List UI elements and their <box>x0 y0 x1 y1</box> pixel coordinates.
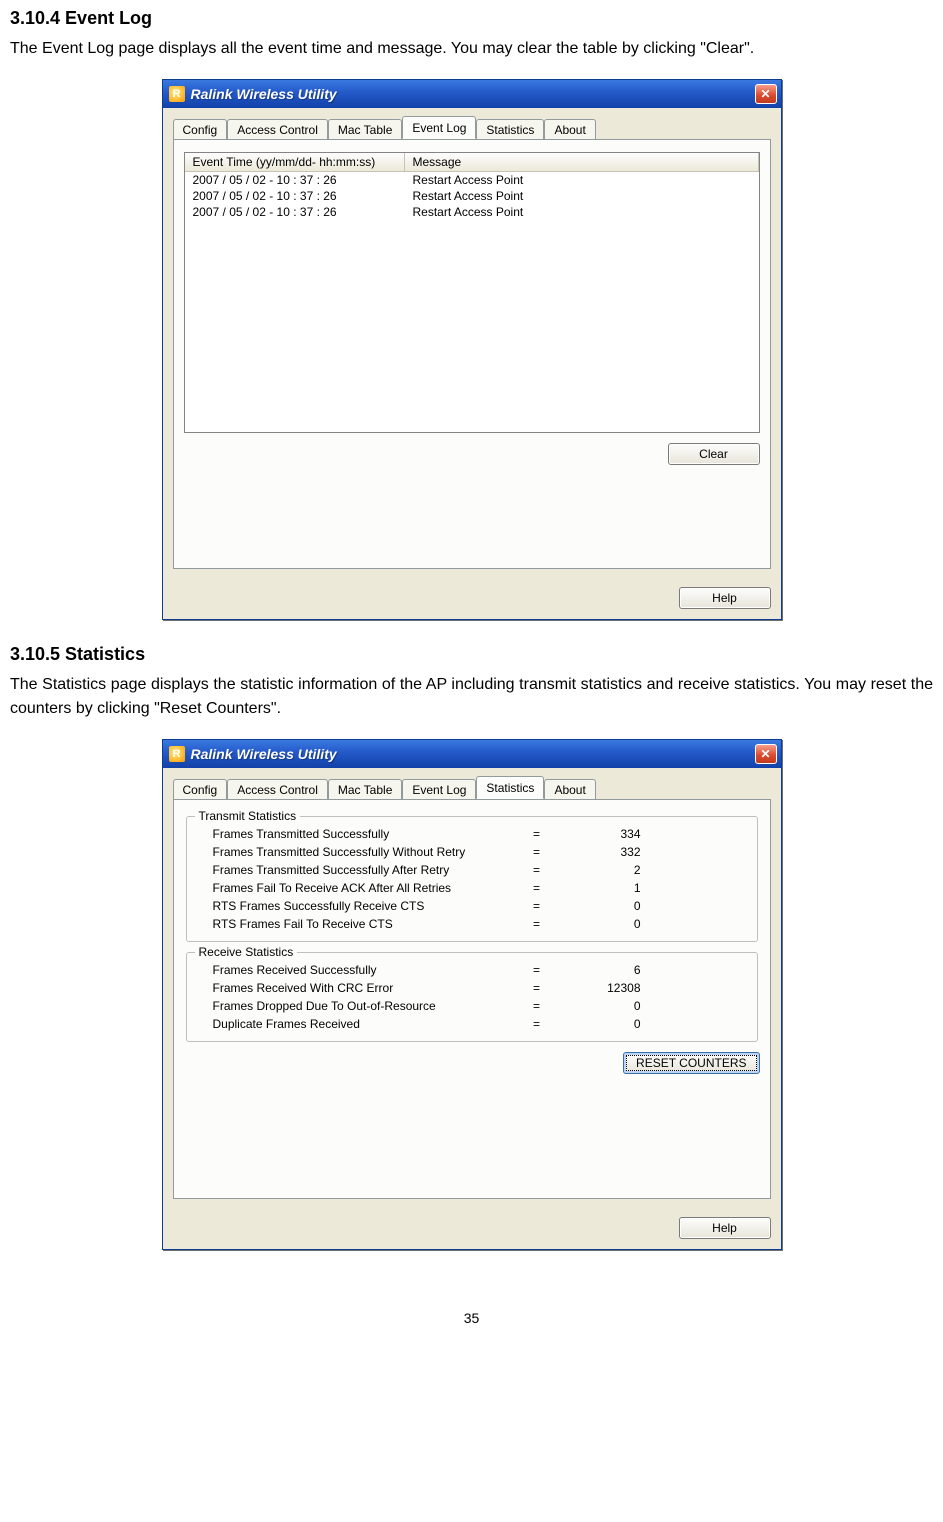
tabstrip-event-log: Config Access Control Mac Table Event Lo… <box>173 116 771 140</box>
stat-row: Frames Received Successfully = 6 <box>197 961 747 979</box>
tabstrip-statistics: Config Access Control Mac Table Event Lo… <box>173 776 771 800</box>
titlebar: R Ralink Wireless Utility ✕ <box>163 740 781 768</box>
table-header: Event Time (yy/mm/dd- hh:mm:ss) Message <box>185 153 759 172</box>
stat-row: Frames Dropped Due To Out-of-Resource = … <box>197 997 747 1015</box>
tabpanel-event-log: Event Time (yy/mm/dd- hh:mm:ss) Message … <box>173 139 771 569</box>
stat-label: Frames Received With CRC Error <box>197 981 517 995</box>
stat-value: 6 <box>557 963 657 977</box>
titlebar: R Ralink Wireless Utility ✕ <box>163 80 781 108</box>
tab-access-control[interactable]: Access Control <box>227 779 328 800</box>
cell-event-time: 2007 / 05 / 02 - 10 : 37 : 26 <box>185 188 405 204</box>
stat-value: 0 <box>557 899 657 913</box>
tab-mac-table[interactable]: Mac Table <box>328 779 402 800</box>
stat-row: Frames Transmitted Successfully = 334 <box>197 825 747 843</box>
tab-config[interactable]: Config <box>173 779 228 800</box>
window-statistics: R Ralink Wireless Utility ✕ Config Acces… <box>162 739 782 1250</box>
equals-sign: = <box>517 881 557 895</box>
close-icon[interactable]: ✕ <box>755 84 777 104</box>
table-row[interactable]: 2007 / 05 / 02 - 10 : 37 : 26 Restart Ac… <box>185 204 759 220</box>
window-title: Ralink Wireless Utility <box>191 86 755 102</box>
tab-about[interactable]: About <box>544 779 595 800</box>
stat-label: Frames Transmitted Successfully Without … <box>197 845 517 859</box>
legend-transmit: Transmit Statistics <box>195 809 301 823</box>
tab-config[interactable]: Config <box>173 119 228 140</box>
tab-mac-table[interactable]: Mac Table <box>328 119 402 140</box>
group-receive-statistics: Receive Statistics Frames Received Succe… <box>186 952 758 1042</box>
table-row[interactable]: 2007 / 05 / 02 - 10 : 37 : 26 Restart Ac… <box>185 188 759 204</box>
stat-value: 0 <box>557 917 657 931</box>
stat-row: Frames Received With CRC Error = 12308 <box>197 979 747 997</box>
table-row[interactable]: 2007 / 05 / 02 - 10 : 37 : 26 Restart Ac… <box>185 172 759 188</box>
stat-row: Frames Fail To Receive ACK After All Ret… <box>197 879 747 897</box>
close-icon[interactable]: ✕ <box>755 744 777 764</box>
paragraph-event-log: The Event Log page displays all the even… <box>10 37 933 61</box>
stat-row: Frames Transmitted Successfully After Re… <box>197 861 747 879</box>
tab-access-control[interactable]: Access Control <box>227 119 328 140</box>
cell-message: Restart Access Point <box>405 172 759 188</box>
help-button[interactable]: Help <box>679 1217 771 1239</box>
app-icon: R <box>169 86 185 102</box>
equals-sign: = <box>517 845 557 859</box>
stat-value: 334 <box>557 827 657 841</box>
tabpanel-statistics: Transmit Statistics Frames Transmitted S… <box>173 799 771 1199</box>
equals-sign: = <box>517 999 557 1013</box>
cell-event-time: 2007 / 05 / 02 - 10 : 37 : 26 <box>185 204 405 220</box>
stat-row: RTS Frames Successfully Receive CTS = 0 <box>197 897 747 915</box>
stat-label: Frames Dropped Due To Out-of-Resource <box>197 999 517 1013</box>
legend-receive: Receive Statistics <box>195 945 298 959</box>
stat-row: Frames Transmitted Successfully Without … <box>197 843 747 861</box>
tab-about[interactable]: About <box>544 119 595 140</box>
paragraph-statistics: The Statistics page displays the statist… <box>10 673 933 721</box>
stat-row: RTS Frames Fail To Receive CTS = 0 <box>197 915 747 933</box>
tab-event-log[interactable]: Event Log <box>402 779 476 800</box>
heading-statistics: 3.10.5 Statistics <box>10 644 933 665</box>
tab-statistics[interactable]: Statistics <box>476 776 544 799</box>
tab-event-log[interactable]: Event Log <box>402 116 476 139</box>
cell-message: Restart Access Point <box>405 188 759 204</box>
group-transmit-statistics: Transmit Statistics Frames Transmitted S… <box>186 816 758 942</box>
equals-sign: = <box>517 863 557 877</box>
equals-sign: = <box>517 981 557 995</box>
stat-value: 332 <box>557 845 657 859</box>
app-icon: R <box>169 746 185 762</box>
window-title: Ralink Wireless Utility <box>191 746 755 762</box>
cell-message: Restart Access Point <box>405 204 759 220</box>
stat-label: RTS Frames Successfully Receive CTS <box>197 899 517 913</box>
event-log-table[interactable]: Event Time (yy/mm/dd- hh:mm:ss) Message … <box>184 152 760 433</box>
stat-value: 12308 <box>557 981 657 995</box>
stat-label: Frames Transmitted Successfully After Re… <box>197 863 517 877</box>
stat-label: Frames Fail To Receive ACK After All Ret… <box>197 881 517 895</box>
tab-statistics[interactable]: Statistics <box>476 119 544 140</box>
stat-value: 1 <box>557 881 657 895</box>
equals-sign: = <box>517 827 557 841</box>
equals-sign: = <box>517 1017 557 1031</box>
page-number: 35 <box>10 1310 933 1336</box>
stat-label: Frames Transmitted Successfully <box>197 827 517 841</box>
help-button[interactable]: Help <box>679 587 771 609</box>
stat-value: 0 <box>557 1017 657 1031</box>
stat-label: Duplicate Frames Received <box>197 1017 517 1031</box>
heading-event-log: 3.10.4 Event Log <box>10 8 933 29</box>
stat-value: 0 <box>557 999 657 1013</box>
window-event-log: R Ralink Wireless Utility ✕ Config Acces… <box>162 79 782 620</box>
reset-counters-button[interactable]: RESET COUNTERS <box>623 1052 759 1074</box>
stat-row: Duplicate Frames Received = 0 <box>197 1015 747 1033</box>
equals-sign: = <box>517 917 557 931</box>
clear-button[interactable]: Clear <box>668 443 760 465</box>
column-event-time[interactable]: Event Time (yy/mm/dd- hh:mm:ss) <box>185 153 405 171</box>
stat-value: 2 <box>557 863 657 877</box>
cell-event-time: 2007 / 05 / 02 - 10 : 37 : 26 <box>185 172 405 188</box>
stat-label: Frames Received Successfully <box>197 963 517 977</box>
column-message[interactable]: Message <box>405 153 759 171</box>
stat-label: RTS Frames Fail To Receive CTS <box>197 917 517 931</box>
equals-sign: = <box>517 899 557 913</box>
equals-sign: = <box>517 963 557 977</box>
